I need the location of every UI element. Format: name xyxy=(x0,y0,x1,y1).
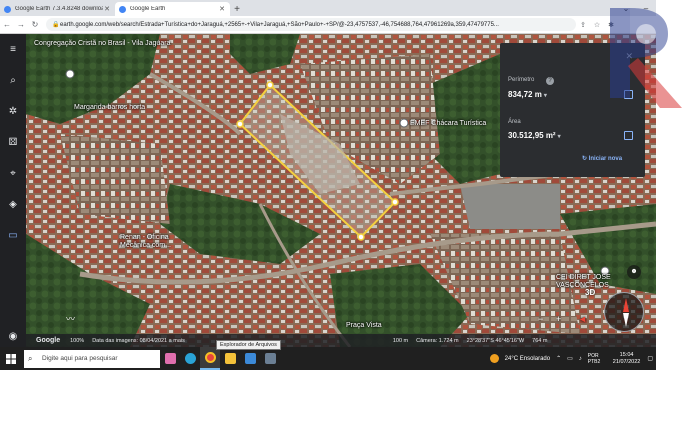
lock-icon: 🔒 xyxy=(52,22,60,28)
pin-icon[interactable]: ◉ xyxy=(0,325,26,347)
start-new-label: Iniciar nova xyxy=(588,156,623,162)
measure-icon[interactable]: ▭ xyxy=(0,220,26,251)
clock-date: 21/07/2022 xyxy=(612,358,641,365)
google-earth-favicon-icon xyxy=(119,5,126,13)
zoom-level: 100% xyxy=(70,337,85,344)
new-tab-button[interactable]: + xyxy=(230,2,244,16)
mode-3d-button[interactable]: 3D xyxy=(585,288,595,297)
forward-icon[interactable]: → xyxy=(14,20,28,29)
help-icon[interactable]: ? xyxy=(546,77,554,85)
calculator-icon[interactable] xyxy=(260,347,280,370)
taskbar-search-input[interactable]: ⌕ Digite aqui para pesquisar xyxy=(24,349,160,368)
clock-time: 15:04 xyxy=(619,351,634,358)
scale-bar: 100 m xyxy=(392,337,409,344)
start-button[interactable] xyxy=(0,347,22,370)
path-icon[interactable]: 〰 xyxy=(66,312,75,325)
imagery-date[interactable]: Data das imagens: 08/04/2021 a mais xyxy=(92,338,185,344)
url-text: earth.google.com/web/search/Estrada+Turí… xyxy=(60,21,499,28)
weather-sun-icon[interactable] xyxy=(489,354,499,363)
url-input[interactable]: 🔒 earth.google.com/web/search/Estrada+Tu… xyxy=(46,18,576,31)
start-new-button[interactable]: ↻ Iniciar nova xyxy=(582,155,622,162)
zoom-in-button[interactable]: + xyxy=(556,314,561,324)
edge-icon[interactable] xyxy=(180,347,200,370)
place-label-renan[interactable]: Renan - Oficina Mecânica com... xyxy=(120,234,180,250)
tab-google-earth-download[interactable]: Google Earth 7.3.4.8248 downloa ✕ xyxy=(0,2,115,16)
chevron-up-icon[interactable]: ⌃ xyxy=(556,355,561,362)
compass-north-needle xyxy=(623,298,629,312)
weather-text[interactable]: 24°C Ensolarado xyxy=(505,356,550,362)
notifications-icon[interactable]: ▢ xyxy=(647,355,653,362)
store-icon[interactable] xyxy=(240,347,260,370)
network-icon[interactable]: ▭ xyxy=(567,355,573,362)
map-style-icon[interactable]: ◈ xyxy=(0,189,26,220)
perimeter-label: Perímetro xyxy=(508,77,535,83)
caret-down-icon: ▾ xyxy=(543,93,547,99)
copy-area-icon[interactable] xyxy=(624,131,633,140)
close-tab-icon[interactable]: ✕ xyxy=(218,5,226,13)
windows-logo-icon xyxy=(6,353,16,364)
perimeter-value-text: 834,72 m xyxy=(508,90,542,99)
browser-tab-bar: Google Earth 7.3.4.8248 downloa ✕ Google… xyxy=(0,0,656,16)
area-value-text: 30.512,95 m² xyxy=(508,131,556,140)
feeling-lucky-icon[interactable]: ⚄ xyxy=(0,127,26,158)
language-indicator[interactable]: POR PTB2 xyxy=(588,353,606,365)
street-view-pegman-icon[interactable]: ☻ xyxy=(627,265,641,279)
volume-icon[interactable]: ♪ xyxy=(579,356,582,362)
elevation: 764 m xyxy=(532,337,548,344)
place-label-congregacao[interactable]: Congregação Cristã no Brasil - Vila Jagu… xyxy=(34,40,170,48)
compass-icon[interactable] xyxy=(604,292,644,332)
compass-south-needle xyxy=(623,313,629,327)
file-explorer-icon[interactable] xyxy=(220,347,240,370)
search-placeholder: Digite aqui para pesquisar xyxy=(42,355,118,362)
voyager-icon[interactable]: ✲ xyxy=(0,96,26,127)
place-label-emef[interactable]: EMEF Chácara Turística xyxy=(410,120,486,128)
chrome-icon[interactable] xyxy=(200,347,220,370)
earth-sidebar: ≡ ⌕ ✲ ⚄ ⌖ ◈ ▭ ◉ xyxy=(0,34,26,347)
task-view-icon[interactable] xyxy=(160,347,180,370)
place-label-margarida[interactable]: Margarida barros horta xyxy=(74,104,145,112)
tab-google-earth[interactable]: Google Earth ✕ xyxy=(115,2,230,16)
tab-title: Google Earth xyxy=(130,6,166,12)
perimeter-value[interactable]: 834,72 m ▾ xyxy=(508,90,547,99)
search-icon[interactable]: ⌕ xyxy=(0,65,26,96)
caret-down-icon: ▾ xyxy=(557,134,561,140)
area-label: Área xyxy=(508,119,521,125)
screen: Google Earth 7.3.4.8248 downloa ✕ Google… xyxy=(0,0,656,370)
close-tab-icon[interactable]: ✕ xyxy=(103,5,111,13)
back-icon[interactable]: ← xyxy=(0,20,14,29)
address-bar: ← → ↻ 🔒 earth.google.com/web/search/Estr… xyxy=(0,16,656,34)
area-value[interactable]: 30.512,95 m² ▾ xyxy=(508,131,561,140)
windows-taskbar: ⌕ Digite aqui para pesquisar 24°C Ensola… xyxy=(0,347,656,370)
clock[interactable]: 15:04 21/07/2022 xyxy=(613,352,641,366)
google-logo: Google xyxy=(36,337,61,344)
earth-status-bar: Google 100% Data das imagens: 08/04/2021… xyxy=(26,334,656,347)
projects-icon[interactable]: ⌖ xyxy=(0,158,26,189)
tab-title: Google Earth 7.3.4.8248 downloa xyxy=(15,6,103,12)
system-tray: 24°C Ensolarado ⌃ ▭ ♪ POR PTB2 15:04 21/… xyxy=(489,347,656,370)
coordinates: 23°28'37"S 46°45'16"W xyxy=(466,337,525,344)
place-label-praca[interactable]: Praça Vista xyxy=(346,322,382,330)
watermark-logo xyxy=(610,8,682,108)
search-icon: ⌕ xyxy=(28,353,33,363)
camera-altitude: Câmera: 1.724 m xyxy=(416,337,459,344)
chrome-favicon-icon xyxy=(4,5,11,13)
menu-icon[interactable]: ≡ xyxy=(0,34,26,65)
share-icon[interactable]: ⇪ xyxy=(576,21,590,29)
zoom-out-button[interactable]: − xyxy=(538,314,543,324)
north-arrow-icon[interactable]: ◄ xyxy=(578,314,587,324)
reload-icon[interactable]: ↻ xyxy=(28,20,42,29)
taskbar-tooltip: Explorador de Arquivos xyxy=(216,340,281,350)
